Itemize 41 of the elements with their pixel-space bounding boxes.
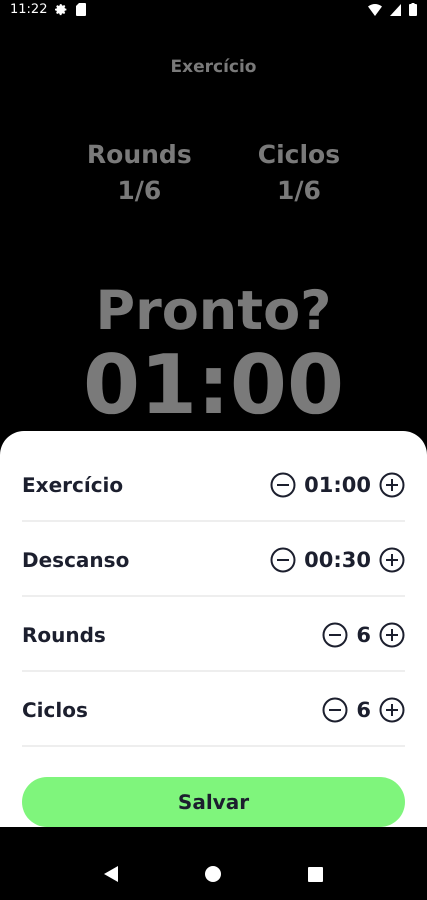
timer-display: 01:00: [82, 340, 344, 431]
setting-value: 6: [356, 623, 371, 648]
minus-icon: [322, 622, 348, 648]
status-time: 11:22: [10, 2, 48, 18]
back-icon: [104, 866, 118, 882]
ready-prompt: Pronto?: [96, 280, 332, 341]
counter-value: 1/6: [276, 174, 321, 207]
setting-value: 00:30: [304, 548, 371, 572]
setting-label: Rounds: [22, 623, 107, 648]
decrease-button[interactable]: [322, 622, 348, 648]
increase-button[interactable]: [379, 697, 405, 724]
setting-value: 6: [356, 698, 371, 722]
plus-icon: [379, 547, 405, 574]
counter-label: Rounds: [86, 138, 192, 171]
battery-icon: [409, 3, 417, 16]
save-button[interactable]: Salvar: [22, 776, 405, 827]
counter-label: Ciclos: [258, 138, 340, 171]
setting-label: Descanso: [22, 548, 130, 572]
counter-value: 1/6: [117, 174, 162, 207]
increase-button[interactable]: [379, 622, 405, 648]
decrease-button[interactable]: [270, 472, 296, 498]
wifi-icon: [368, 4, 382, 16]
minus-icon: [270, 547, 296, 574]
settings-icon: [55, 3, 68, 16]
signal-icon: [390, 4, 401, 16]
recents-icon: [308, 866, 324, 882]
minus-icon: [270, 472, 296, 498]
setting-value: 01:00: [304, 473, 371, 498]
decrease-button[interactable]: [322, 697, 348, 724]
plus-icon: [379, 622, 405, 648]
plus-icon: [379, 472, 405, 498]
screen-title: Exercício: [170, 56, 256, 77]
increase-button[interactable]: [379, 547, 405, 574]
decrease-button[interactable]: [270, 547, 296, 574]
setting-label: Ciclos: [22, 698, 89, 722]
setting-label: Exercício: [22, 473, 124, 498]
minus-icon: [322, 697, 348, 724]
sd-card-icon: [76, 3, 86, 16]
plus-icon: [379, 697, 405, 724]
home-icon: [205, 866, 222, 882]
increase-button[interactable]: [379, 472, 405, 498]
